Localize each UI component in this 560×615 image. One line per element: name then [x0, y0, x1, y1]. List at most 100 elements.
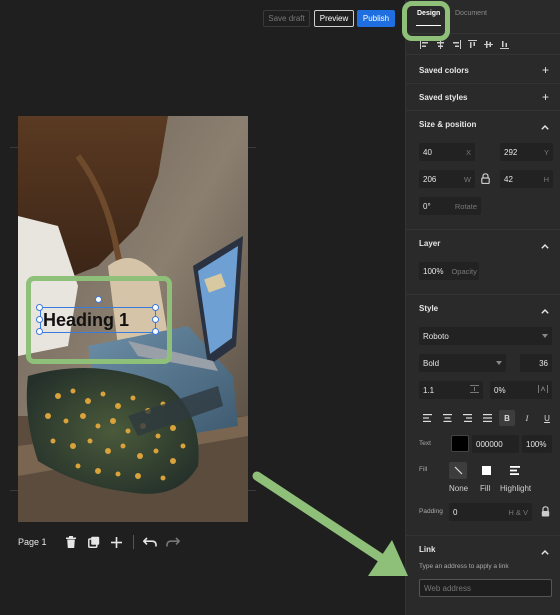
link-heading: Link — [419, 545, 436, 554]
height-label: H — [543, 174, 549, 184]
fill-label: Fill — [419, 466, 428, 473]
text-color-swatch[interactable] — [451, 435, 469, 452]
divider — [406, 83, 560, 84]
add-saved-style-icon[interactable]: + — [542, 91, 549, 103]
properties-panel: Design Document Saved colors + Saved sty… — [405, 0, 560, 615]
text-align-center-icon[interactable] — [439, 410, 455, 426]
rotate-value: 0° — [423, 201, 431, 211]
height-field[interactable]: 42 H — [500, 170, 553, 188]
opacity-value: 100% — [423, 266, 444, 276]
guide-line — [248, 490, 256, 491]
padding-field[interactable]: 0 H & V — [449, 503, 532, 521]
y-field[interactable]: 292 Y — [500, 143, 553, 161]
font-weight-dropdown[interactable]: Bold — [419, 354, 506, 372]
text-opacity-field[interactable]: 100% — [522, 435, 552, 453]
size-position-heading: Size & position — [419, 120, 477, 129]
editor-stage: Save draft Preview Publish Heading 1 Pag… — [0, 0, 405, 615]
plus-icon[interactable] — [110, 535, 124, 549]
saved-styles-heading: Saved styles — [419, 93, 468, 102]
collapse-chevron-icon[interactable] — [541, 121, 549, 131]
highlight-annotation — [26, 276, 172, 364]
web-address-input[interactable] — [419, 579, 552, 597]
toolbar-divider — [132, 535, 134, 549]
dropdown-arrow-icon — [542, 334, 548, 338]
fill-solid-option[interactable] — [477, 462, 495, 479]
fill-none-option[interactable] — [449, 462, 467, 479]
redo-icon[interactable] — [165, 535, 180, 549]
text-justify-icon[interactable] — [479, 410, 495, 426]
rotate-label: Rotate — [454, 201, 477, 211]
opacity-label: Opacity — [451, 266, 477, 276]
line-height-value: 1.1 — [423, 385, 435, 395]
text-format-toolbar: B I U — [419, 410, 555, 426]
letter-spacing-field[interactable]: 0% — [490, 381, 552, 399]
rotate-field[interactable]: 0° Rotate — [419, 197, 481, 215]
font-size-field[interactable]: 36 — [520, 354, 552, 372]
add-saved-color-icon[interactable]: + — [542, 64, 549, 76]
font-weight-value: Bold — [423, 358, 440, 368]
tab-document[interactable]: Document — [455, 10, 487, 17]
height-value: 42 — [504, 174, 513, 184]
width-value: 206 — [423, 174, 437, 184]
guide-line — [248, 147, 256, 148]
trash-icon[interactable] — [64, 535, 78, 549]
font-family-value: Roboto — [423, 331, 449, 341]
opacity-field[interactable]: 100% Opacity — [419, 262, 479, 280]
guide-line — [10, 490, 18, 491]
text-align-right-icon[interactable] — [459, 410, 475, 426]
y-label: Y — [543, 147, 549, 157]
bold-icon[interactable]: B — [499, 410, 515, 426]
align-bottom-icon[interactable] — [500, 40, 509, 49]
fill-highlight-label: Highlight — [500, 484, 532, 493]
undo-icon[interactable] — [142, 535, 157, 549]
style-heading: Style — [419, 304, 439, 313]
padding-label: Padding — [419, 508, 443, 515]
lock-aspect-icon[interactable] — [481, 173, 490, 186]
dropdown-arrow-icon — [496, 361, 502, 365]
text-opacity-value: 100% — [526, 439, 547, 449]
padding-lock-icon[interactable] — [541, 506, 550, 519]
line-height-field[interactable]: 1.1 — [419, 381, 483, 399]
saved-colors-heading: Saved colors — [419, 66, 469, 75]
text-color-hex-field[interactable]: 000000 — [472, 435, 519, 453]
fill-none-label: None — [449, 484, 469, 493]
italic-icon[interactable]: I — [519, 410, 535, 426]
text-color-label: Text — [419, 440, 431, 447]
page-label: Page 1 — [18, 537, 47, 547]
divider — [406, 294, 560, 295]
guide-line — [10, 147, 18, 148]
x-value: 40 — [423, 147, 432, 157]
x-field[interactable]: 40 X — [419, 143, 475, 161]
width-label: W — [463, 174, 471, 184]
font-family-dropdown[interactable]: Roboto — [419, 327, 552, 345]
divider — [406, 229, 560, 230]
line-height-icon — [470, 385, 479, 395]
collapse-chevron-icon[interactable] — [541, 305, 549, 315]
publish-button[interactable]: Publish — [357, 10, 395, 27]
fill-highlight-option[interactable] — [506, 462, 524, 479]
font-size-value: 36 — [539, 358, 548, 368]
preview-button[interactable]: Preview — [314, 10, 354, 27]
align-middle-v-icon[interactable] — [484, 40, 493, 49]
page-toolbar: Page 1 — [18, 532, 180, 552]
duplicate-icon[interactable] — [87, 535, 101, 549]
align-top-icon[interactable] — [468, 39, 477, 49]
text-color-hex-value: 000000 — [476, 439, 503, 449]
padding-suffix: H & V — [508, 507, 528, 517]
x-label: X — [465, 147, 471, 157]
collapse-chevron-icon[interactable] — [541, 240, 549, 250]
underline-icon[interactable]: U — [539, 410, 555, 426]
divider — [406, 535, 560, 536]
y-value: 292 — [504, 147, 518, 157]
collapse-chevron-icon[interactable] — [541, 546, 549, 556]
letter-spacing-icon — [538, 385, 548, 395]
fill-solid-label: Fill — [480, 484, 491, 493]
width-field[interactable]: 206 W — [419, 170, 475, 188]
layer-heading: Layer — [419, 239, 441, 248]
align-right-icon[interactable] — [452, 39, 461, 49]
text-align-left-icon[interactable] — [419, 410, 435, 426]
divider — [406, 110, 560, 111]
padding-value: 0 — [453, 507, 458, 517]
highlight-annotation — [402, 1, 450, 41]
save-draft-button[interactable]: Save draft — [263, 10, 310, 27]
